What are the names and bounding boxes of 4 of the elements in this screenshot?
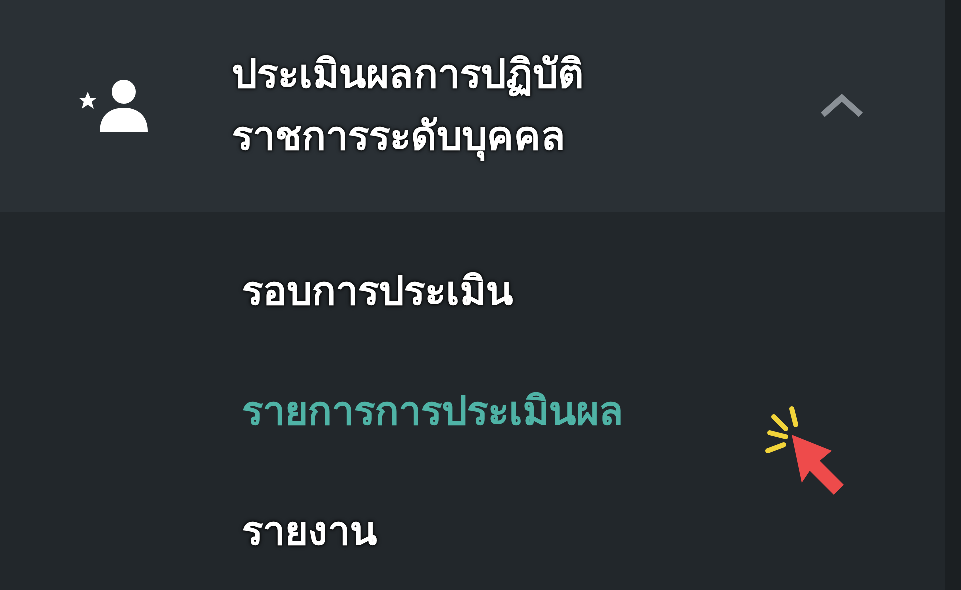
submenu-item[interactable]: รายงาน: [242, 502, 945, 562]
submenu-item[interactable]: รายการการประเมินผล: [242, 382, 945, 442]
submenu-item[interactable]: รอบการประเมิน: [242, 262, 945, 322]
chevron-icon[interactable]: [819, 93, 865, 119]
